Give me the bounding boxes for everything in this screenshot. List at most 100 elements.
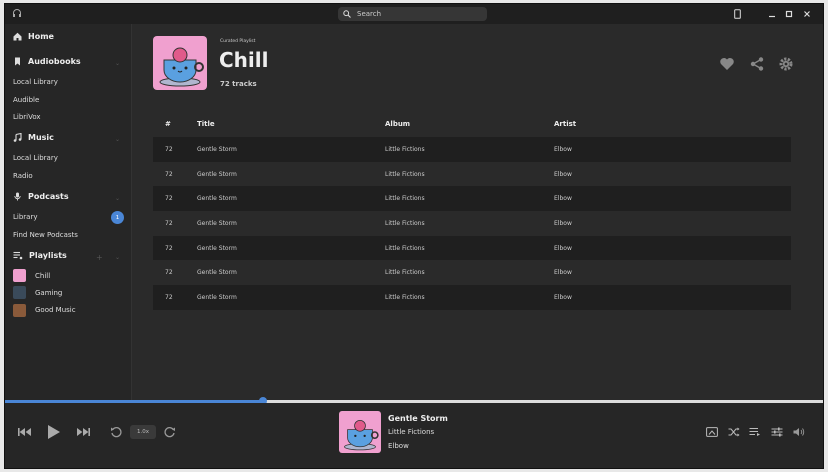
sidebar-item-playlist-chill[interactable]: Chill xyxy=(35,272,50,280)
table-row[interactable]: 72 Gentle Storm Little Fictions Elbow xyxy=(153,235,791,261)
playback-speed-button[interactable]: 1.0x xyxy=(130,425,156,439)
close-button[interactable] xyxy=(801,8,813,20)
table-row[interactable]: 72 Gentle Storm Little Fictions Elbow xyxy=(153,137,791,162)
playlist-cover xyxy=(153,36,207,90)
track-count: 72 tracks xyxy=(220,80,257,88)
shuffle-icon xyxy=(728,427,740,437)
close-icon xyxy=(804,11,810,17)
heart-icon[interactable] xyxy=(719,56,735,72)
cell-title: Gentle Storm xyxy=(197,294,237,302)
cell-artist: Elbow xyxy=(554,269,572,277)
equalizer-icon xyxy=(771,427,783,437)
podcasts-label: Podcasts xyxy=(28,192,69,201)
cell-number: 72 xyxy=(165,269,173,277)
home-icon xyxy=(13,32,22,41)
cell-artist: Elbow xyxy=(554,294,572,302)
playlist-icon xyxy=(13,251,23,260)
play-button[interactable] xyxy=(46,423,62,441)
cell-number: 72 xyxy=(165,294,173,302)
section-playlists[interactable]: Playlists xyxy=(13,251,67,260)
teacup-illustration xyxy=(159,47,204,87)
cell-number: 72 xyxy=(165,220,173,228)
home-label: Home xyxy=(28,32,54,41)
chevron-down-icon[interactable]: ⌄ xyxy=(115,254,120,261)
section-podcasts[interactable]: Podcasts xyxy=(13,192,69,201)
table-row[interactable]: 72 Gentle Storm Little Fictions Elbow xyxy=(153,211,791,236)
page-title: Chill xyxy=(219,48,269,72)
table-row[interactable]: 72 Gentle Storm Little Fictions Elbow xyxy=(153,260,791,285)
sidebar: Home Audiobooks ⌄ Local Library Audible … xyxy=(5,24,132,400)
search-placeholder: Search xyxy=(357,10,382,18)
playlist-thumbnail xyxy=(13,269,26,282)
sidebar-item-audible[interactable]: Audible xyxy=(13,96,39,104)
forward-button[interactable] xyxy=(163,425,177,439)
previous-button[interactable] xyxy=(17,426,33,438)
sidebar-item-playlist-gaming[interactable]: Gaming xyxy=(35,289,62,297)
column-header-album[interactable]: Album xyxy=(385,120,410,128)
queue-button[interactable] xyxy=(748,426,762,438)
cast-button[interactable] xyxy=(705,426,719,438)
chevron-down-icon[interactable]: ⌄ xyxy=(115,195,120,202)
rewind-button[interactable] xyxy=(109,425,123,439)
rewind-icon xyxy=(111,427,122,438)
gear-icon[interactable] xyxy=(778,56,794,72)
skip-forward-icon xyxy=(77,428,90,436)
search-icon xyxy=(343,10,351,18)
sidebar-item-librivox[interactable]: LibriVox xyxy=(13,113,41,121)
chevron-down-icon[interactable]: ⌄ xyxy=(115,60,120,67)
sidebar-item-music-local-library[interactable]: Local Library xyxy=(13,154,58,162)
table-row[interactable]: 72 Gentle Storm Little Fictions Elbow xyxy=(153,285,791,310)
cell-album: Little Fictions xyxy=(385,294,425,302)
sidebar-item-home[interactable]: Home xyxy=(13,32,54,41)
table-row[interactable]: 72 Gentle Storm Little Fictions Elbow xyxy=(153,162,791,187)
sidebar-item-podcast-library[interactable]: Library xyxy=(13,213,37,221)
table-row[interactable]: 72 Gentle Storm Little Fictions Elbow xyxy=(153,186,791,212)
cell-album: Little Fictions xyxy=(385,195,425,203)
playlists-label: Playlists xyxy=(29,251,67,260)
sidebar-item-local-library[interactable]: Local Library xyxy=(13,78,58,86)
next-button[interactable] xyxy=(75,426,91,438)
cell-number: 72 xyxy=(165,244,173,252)
cell-number: 72 xyxy=(165,170,173,178)
cell-title: Gentle Storm xyxy=(197,244,237,252)
maximize-button[interactable] xyxy=(783,8,795,20)
playlist-thumbnail xyxy=(13,304,26,317)
sidebar-item-playlist-good-music[interactable]: Good Music xyxy=(35,306,76,314)
playlist-subtitle: Curated Playlist xyxy=(220,39,256,44)
unread-badge: 1 xyxy=(111,211,124,224)
table-header: # Title Album Artist xyxy=(153,120,791,134)
column-header-title[interactable]: Title xyxy=(197,120,215,128)
titlebar: Search xyxy=(5,4,823,24)
skip-back-icon xyxy=(18,428,31,436)
sidebar-item-radio[interactable]: Radio xyxy=(13,172,33,180)
sidebar-item-find-new-podcasts[interactable]: Find New Podcasts xyxy=(13,231,78,239)
volume-button[interactable] xyxy=(792,426,806,438)
equalizer-button[interactable] xyxy=(770,426,784,438)
play-icon xyxy=(48,425,60,439)
now-playing-title[interactable]: Gentle Storm xyxy=(388,414,448,423)
section-music[interactable]: Music xyxy=(13,133,54,142)
app-window: Search Home Audiobooks ⌄ Local Library A… xyxy=(4,3,824,469)
search-input[interactable]: Search xyxy=(338,7,487,21)
shuffle-button[interactable] xyxy=(727,426,741,438)
cell-number: 72 xyxy=(165,146,173,153)
now-playing-artist[interactable]: Elbow xyxy=(388,442,409,450)
now-playing-album[interactable]: Little Fictions xyxy=(388,428,434,436)
cell-title: Gentle Storm xyxy=(197,170,237,178)
teacup-illustration xyxy=(344,419,379,451)
column-header-number[interactable]: # xyxy=(165,120,171,128)
section-audiobooks[interactable]: Audiobooks xyxy=(13,57,81,66)
mobile-view-button[interactable] xyxy=(731,8,743,20)
cell-album: Little Fictions xyxy=(385,244,425,252)
cell-album: Little Fictions xyxy=(385,146,425,153)
cell-title: Gentle Storm xyxy=(197,195,237,203)
add-icon[interactable]: + xyxy=(96,253,103,262)
column-header-artist[interactable]: Artist xyxy=(554,120,576,128)
minimize-button[interactable] xyxy=(766,8,778,20)
playlist-thumbnail xyxy=(13,286,26,299)
chevron-down-icon[interactable]: ⌄ xyxy=(115,136,120,143)
now-playing-cover[interactable] xyxy=(339,411,381,453)
share-icon[interactable] xyxy=(749,56,765,72)
phone-icon xyxy=(733,9,741,19)
minimize-icon xyxy=(769,15,775,18)
